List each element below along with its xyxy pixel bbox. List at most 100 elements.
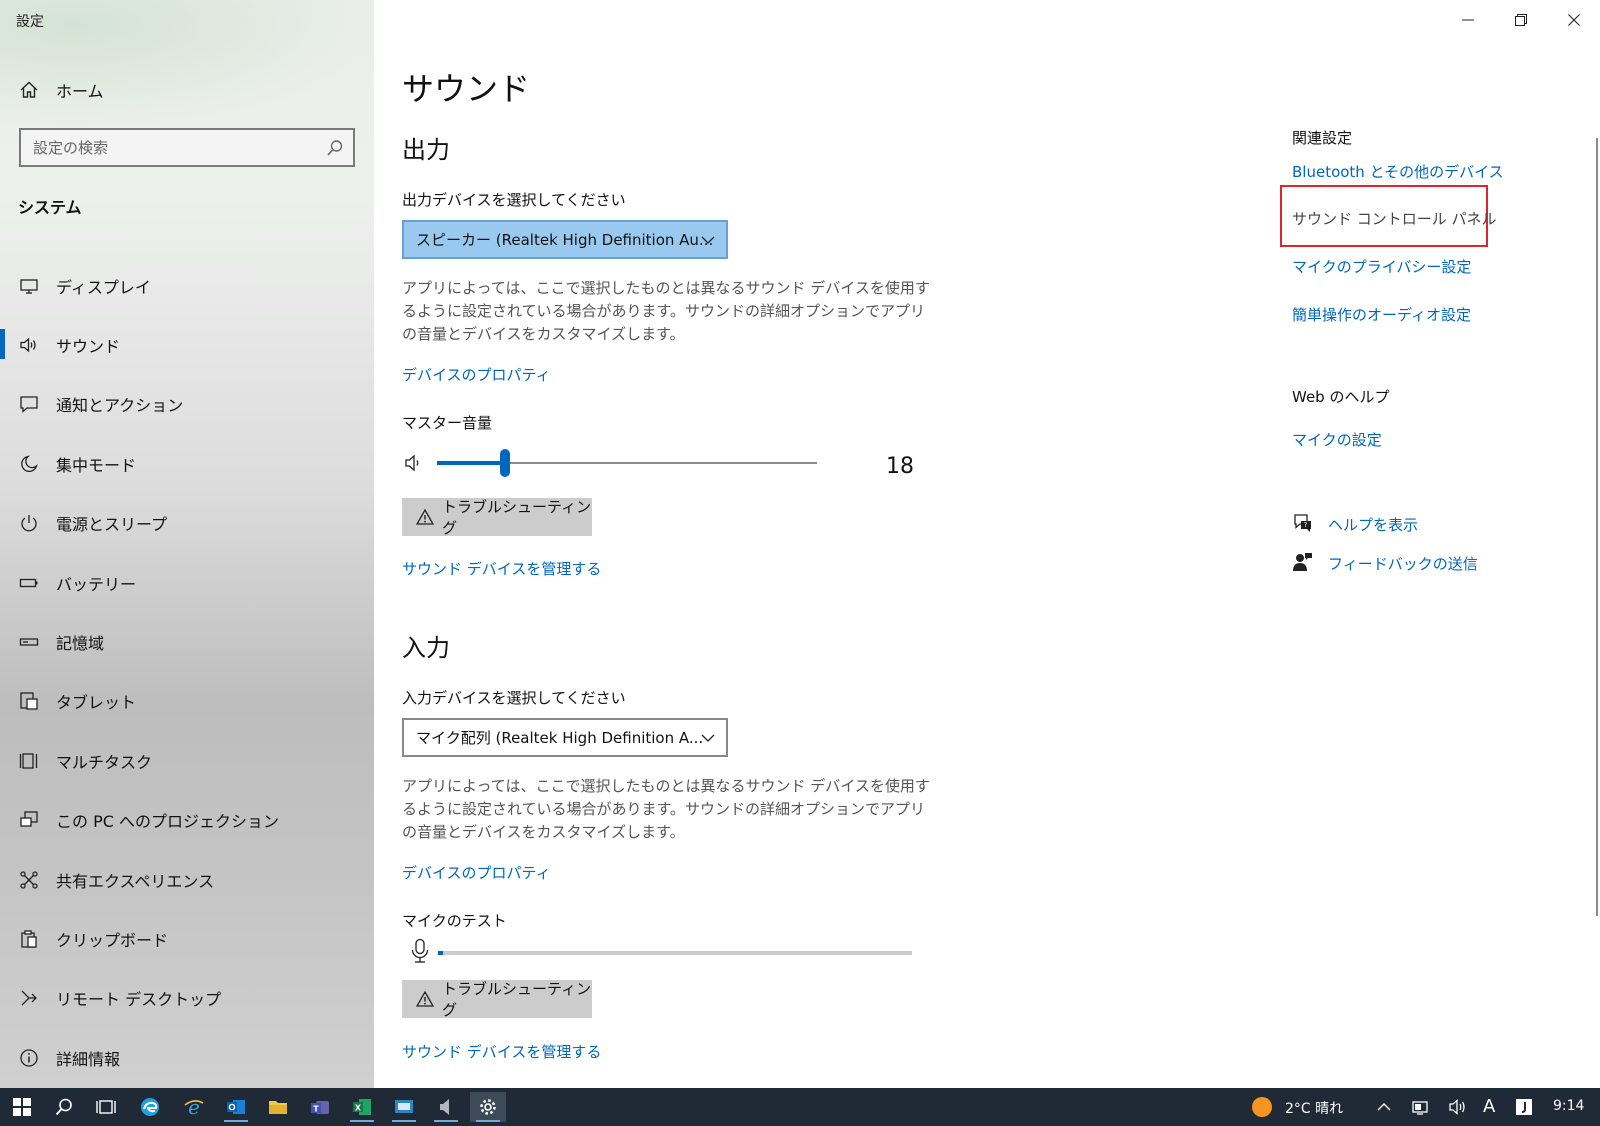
bluetooth-devices-link[interactable]: Bluetooth とその他のデバイス <box>1292 161 1504 182</box>
get-help-link[interactable]: ヘルプを表示 <box>1328 514 1418 535</box>
output-device-properties-link[interactable]: デバイスのプロパティ <box>402 364 551 385</box>
sidebar-item-notifications[interactable]: 通知とアクション <box>0 375 374 434</box>
close-button[interactable] <box>1547 0 1600 40</box>
input-manage-devices-link[interactable]: サウンド デバイスを管理する <box>402 1041 601 1062</box>
chevron-up-icon[interactable] <box>1366 1092 1402 1122</box>
taskbar-app-teams[interactable]: T <box>302 1092 338 1122</box>
start-button[interactable] <box>4 1092 40 1122</box>
output-heading: 出力 <box>402 136 450 164</box>
warning-icon <box>415 508 435 526</box>
search-input[interactable]: 設定の検索 <box>19 128 355 167</box>
troubleshoot-label: トラブルシューティング <box>442 980 592 1019</box>
sidebar-item-clipboard[interactable]: クリップボード <box>0 909 374 968</box>
taskbar-app-excel[interactable]: X <box>344 1092 380 1122</box>
restore-icon <box>1514 14 1527 26</box>
volume-mixer-icon <box>440 1099 449 1115</box>
sidebar-item-power[interactable]: 電源とスリープ <box>0 494 374 553</box>
output-device-dropdown[interactable]: スピーカー (Realtek High Definition Au... <box>402 220 728 259</box>
search-icon <box>55 1098 72 1116</box>
minimize-button[interactable] <box>1441 0 1494 40</box>
taskbar-app-speaker[interactable] <box>428 1092 464 1122</box>
taskbar-app-remote[interactable] <box>386 1092 422 1122</box>
chevron-down-icon <box>700 730 716 746</box>
mic-level-fill <box>438 951 443 955</box>
sidebar-item-projection[interactable]: この PC へのプロジェクション <box>0 791 374 850</box>
sound-control-panel-link[interactable]: サウンド コントロール パネル <box>1292 208 1497 229</box>
sidebar-item-about[interactable]: 詳細情報 <box>0 1028 374 1087</box>
sidebar-item-label: 詳細情報 <box>56 1049 121 1069</box>
related-settings-heading: 関連設定 <box>1292 129 1353 147</box>
network-icon[interactable] <box>1402 1092 1438 1122</box>
weather-text[interactable]: 2°C 晴れ <box>1285 1098 1343 1118</box>
sidebar-item-storage[interactable]: 記憶域 <box>0 612 374 671</box>
input-device-label: 入力デバイスを選択してください <box>402 689 626 707</box>
master-volume-slider[interactable] <box>437 449 817 477</box>
ime-indicator[interactable]: A <box>1483 1096 1495 1117</box>
sidebar-item-shared-experiences[interactable]: 共有エクスペリエンス <box>0 850 374 909</box>
remote-desktop-icon <box>18 987 40 1009</box>
task-view-icon <box>96 1100 116 1114</box>
input-device-properties-link[interactable]: デバイスのプロパティ <box>402 862 551 883</box>
clock-time[interactable]: 9:14 <box>1553 1098 1584 1114</box>
master-volume-thumb[interactable] <box>500 449 511 477</box>
sidebar-item-tablet[interactable]: タブレット <box>0 672 374 731</box>
restore-button[interactable] <box>1494 0 1547 40</box>
input-description: アプリによっては、ここで選択したものとは異なるサウンド デバイスを使用するように… <box>402 777 930 841</box>
sidebar-item-label: 電源とスリープ <box>56 515 168 535</box>
master-volume-label: マスター音量 <box>402 414 493 432</box>
taskbar-app-edge[interactable] <box>132 1092 168 1122</box>
input-troubleshoot-button[interactable]: トラブルシューティング <box>402 980 592 1019</box>
output-manage-devices-link[interactable]: サウンド デバイスを管理する <box>402 558 601 579</box>
sidebar-item-remote-desktop[interactable]: リモート デスクトップ <box>0 969 374 1028</box>
web-help-heading: Web のヘルプ <box>1292 388 1390 406</box>
warning-icon <box>415 990 435 1008</box>
remote-app-icon <box>395 1100 413 1113</box>
taskbar-app-outlook[interactable] <box>218 1092 254 1122</box>
sidebar-item-focus[interactable]: 集中モード <box>0 434 374 493</box>
sidebar-item-label: 記憶域 <box>56 634 105 654</box>
taskbar-app-ie[interactable]: e <box>176 1092 212 1122</box>
multitask-icon <box>18 750 40 772</box>
close-icon <box>1567 14 1580 26</box>
search-icon[interactable] <box>325 138 345 158</box>
mic-settings-link[interactable]: マイクの設定 <box>1292 429 1382 450</box>
taskbar: e T X 2°C 晴れ A 9:14 <box>0 1088 1600 1126</box>
running-indicator <box>392 1120 416 1122</box>
taskbar-app-settings[interactable] <box>470 1092 506 1122</box>
scrollbar[interactable] <box>1596 138 1598 916</box>
output-troubleshoot-button[interactable]: トラブルシューティング <box>402 498 592 537</box>
windows-icon <box>13 1098 31 1116</box>
page-title: サウンド <box>402 70 531 108</box>
running-indicator <box>476 1120 500 1122</box>
input-heading: 入力 <box>402 634 450 662</box>
running-indicator <box>350 1120 374 1122</box>
task-view-button[interactable] <box>88 1092 124 1122</box>
svg-text:e: e <box>188 1096 200 1118</box>
edge-icon <box>141 1098 159 1116</box>
nav-list: ディスプレイ サウンド 通知とアクション 集中モード 電源とスリープ バッテリー… <box>0 256 374 1087</box>
sidebar: 設定 ホーム 設定の検索 システム ディスプレイ サウンド 通知とアクション 集… <box>0 0 374 1088</box>
sidebar-item-multitask[interactable]: マルチタスク <box>0 731 374 790</box>
microphone-icon <box>410 938 430 964</box>
mic-level-meter <box>438 951 912 955</box>
nav-home[interactable]: ホーム <box>0 72 374 108</box>
weather-sun-icon[interactable] <box>1244 1092 1280 1122</box>
taskbar-search-button[interactable] <box>46 1092 82 1122</box>
taskbar-app-explorer[interactable] <box>260 1092 296 1122</box>
tray-volume-icon[interactable] <box>1440 1092 1476 1122</box>
send-feedback-link[interactable]: フィードバックの送信 <box>1328 553 1478 574</box>
sidebar-item-display[interactable]: ディスプレイ <box>0 256 374 315</box>
sidebar-item-label: 共有エクスペリエンス <box>56 871 215 891</box>
mic-privacy-link[interactable]: マイクのプライバシー設定 <box>1292 256 1471 277</box>
svg-text:?: ? <box>1304 521 1308 529</box>
main-content: サウンド 出力 出力デバイスを選択してください スピーカー (Realtek H… <box>374 0 1600 1088</box>
sidebar-item-sound[interactable]: サウンド <box>0 315 374 374</box>
ease-of-access-audio-link[interactable]: 簡単操作のオーディオ設定 <box>1292 304 1471 325</box>
tablet-icon <box>18 690 40 712</box>
volume-icon[interactable] <box>404 452 426 474</box>
running-indicator <box>224 1120 248 1122</box>
input-device-dropdown[interactable]: マイク配列 (Realtek High Definition A... <box>402 718 728 757</box>
sidebar-item-battery[interactable]: バッテリー <box>0 553 374 612</box>
notification-badge-icon[interactable] <box>1506 1092 1542 1122</box>
sidebar-item-label: 通知とアクション <box>56 396 184 416</box>
